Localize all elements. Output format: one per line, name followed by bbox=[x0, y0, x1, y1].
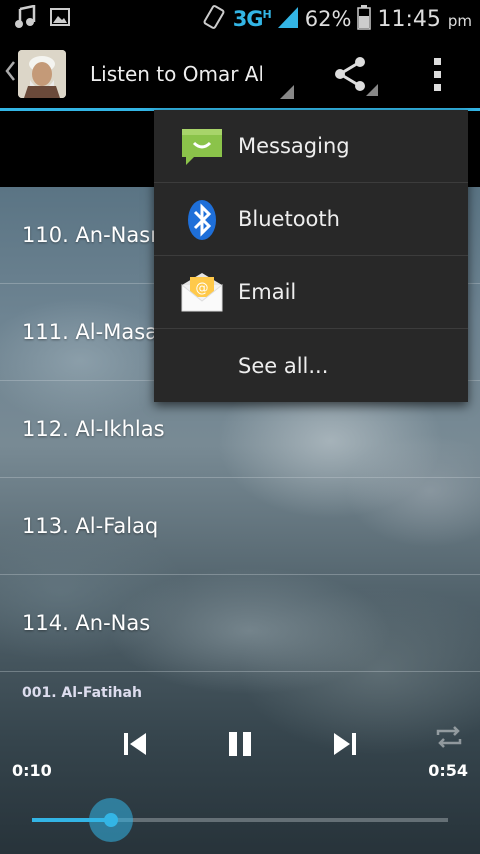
network-type: 3GH bbox=[232, 7, 272, 31]
seek-thumb[interactable] bbox=[89, 798, 134, 842]
share-item-label: Email bbox=[238, 280, 297, 304]
image-icon bbox=[50, 8, 70, 30]
next-icon bbox=[334, 733, 356, 755]
track-label: 110. An-Nasr bbox=[22, 223, 159, 247]
total-time: 0:54 bbox=[428, 761, 468, 780]
repeat-button[interactable] bbox=[434, 725, 464, 749]
previous-icon bbox=[124, 733, 146, 755]
pause-icon bbox=[229, 732, 251, 756]
battery-icon bbox=[357, 4, 372, 34]
app-icon[interactable] bbox=[18, 50, 66, 98]
repeat-icon bbox=[436, 726, 462, 748]
seek-bar[interactable] bbox=[32, 798, 448, 842]
now-playing-title: 001. Al-Fatihah bbox=[22, 685, 142, 701]
share-item-label: Messaging bbox=[238, 134, 350, 158]
signal-icon bbox=[277, 5, 299, 33]
pause-button[interactable] bbox=[226, 729, 254, 759]
svg-text:@: @ bbox=[196, 281, 209, 296]
share-item-see-all[interactable]: See all... bbox=[154, 329, 468, 402]
back-chevron-icon[interactable] bbox=[4, 60, 16, 86]
email-icon: @ bbox=[178, 269, 226, 317]
next-button[interactable] bbox=[332, 729, 358, 759]
track-label: 113. Al-Falaq bbox=[22, 514, 159, 538]
overflow-menu-button[interactable] bbox=[424, 52, 452, 98]
action-bar: Listen to Omar Al- bbox=[0, 38, 480, 111]
share-item-messaging[interactable]: Messaging bbox=[154, 110, 468, 183]
bluetooth-icon bbox=[178, 196, 226, 244]
status-bar: 3GH 62% 11:45 pm bbox=[0, 0, 480, 38]
share-item-label: See all... bbox=[238, 353, 329, 378]
seek-thumb-dot bbox=[104, 813, 119, 827]
share-item-bluetooth[interactable]: Bluetooth bbox=[154, 183, 468, 256]
battery-percent: 62% bbox=[304, 7, 352, 31]
overflow-menu-icon bbox=[424, 58, 452, 102]
list-item[interactable]: 113. Al-Falaq bbox=[0, 478, 480, 575]
vibrate-icon bbox=[201, 4, 227, 34]
current-time: 0:10 bbox=[12, 761, 52, 780]
track-label: 114. An-Nas bbox=[22, 611, 151, 635]
player-panel: 001. Al-Fatihah 0:10 0:54 bbox=[0, 681, 480, 854]
app-title[interactable]: Listen to Omar Al- bbox=[90, 62, 262, 86]
share-button[interactable] bbox=[332, 52, 378, 98]
share-item-email[interactable]: @ Email bbox=[154, 256, 468, 329]
share-icon bbox=[332, 57, 378, 102]
track-label: 112. Al-Ikhlas bbox=[22, 417, 165, 441]
share-menu: Messaging Bluetooth @ Email See all... bbox=[154, 110, 468, 402]
previous-button[interactable] bbox=[122, 729, 148, 759]
music-note-icon bbox=[14, 4, 36, 33]
list-item[interactable]: 114. An-Nas bbox=[0, 575, 480, 672]
messaging-icon bbox=[178, 123, 226, 171]
clock: 11:45 pm bbox=[377, 6, 472, 32]
share-item-label: Bluetooth bbox=[238, 207, 340, 231]
dropdown-corner-icon bbox=[280, 84, 294, 103]
track-label: 111. Al-Masad bbox=[22, 320, 172, 344]
